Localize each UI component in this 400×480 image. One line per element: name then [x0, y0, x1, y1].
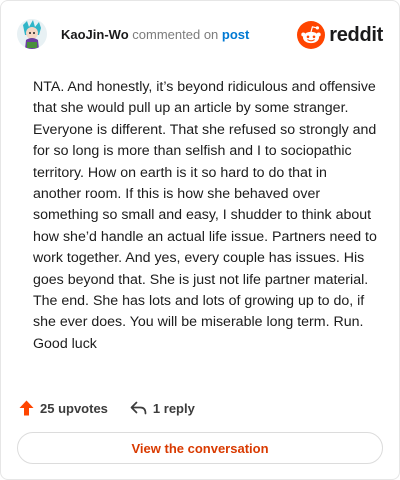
upvote-count: 25 upvotes: [40, 400, 108, 416]
avatar[interactable]: [17, 19, 47, 49]
username-link[interactable]: KaoJin-Wo: [61, 27, 129, 42]
view-conversation-button[interactable]: View the conversation: [17, 432, 383, 464]
reply-count: 1 reply: [152, 400, 195, 416]
reddit-snoo-icon: [297, 21, 326, 49]
reply-arrow-icon: [130, 401, 147, 415]
action-text: commented on: [132, 27, 219, 42]
comment-header: KaoJin-Wo commented on post reddit: [17, 13, 383, 55]
avatar-icon: [17, 19, 47, 49]
reddit-wordmark: reddit: [329, 23, 383, 46]
upvote-button[interactable]: 25 upvotes: [19, 400, 108, 416]
reddit-logo[interactable]: reddit: [297, 21, 383, 49]
post-link[interactable]: post: [222, 27, 249, 42]
upvote-arrow-icon: [19, 400, 34, 416]
reply-button[interactable]: 1 reply: [130, 401, 195, 416]
comment-card: KaoJin-Wo commented on post reddit NTA. …: [0, 0, 400, 480]
comment-actions: 25 upvotes 1 reply: [19, 397, 195, 419]
comment-body: NTA. And honestly, it’s beyond ridiculou…: [33, 79, 377, 352]
comment-meta: KaoJin-Wo commented on post: [61, 27, 249, 43]
